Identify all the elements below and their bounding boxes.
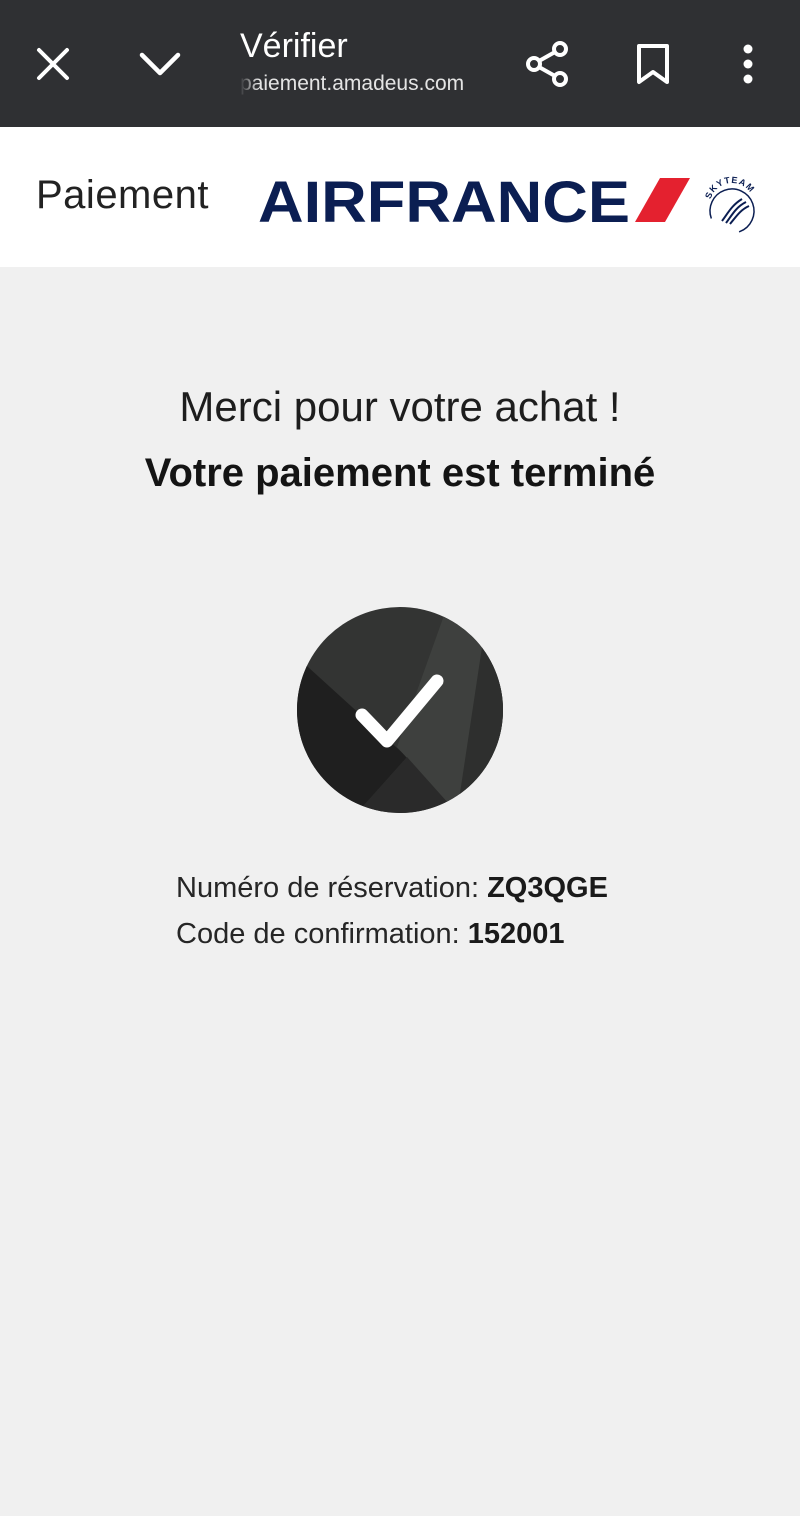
- code-value: 152001: [467, 918, 565, 950]
- page-header: Paiement AIRFRANCE SKYTEAM: [0, 127, 800, 267]
- title-block: Vérifier paiement.amadeus.com: [240, 24, 500, 100]
- thanks-message: Merci pour votre achat !: [179, 383, 621, 430]
- header-title: Paiement: [36, 173, 209, 217]
- share-icon: [526, 41, 568, 87]
- close-icon: [37, 48, 69, 80]
- payment-status: Votre paiement est terminé: [144, 451, 656, 495]
- skyteam-logo: SKYTEAM: [703, 175, 756, 234]
- code-label: Code de confirmation:: [176, 918, 460, 950]
- more-vert-icon: [743, 44, 753, 84]
- booking-info: Numéro de réservation: ZQ3QGE Code de co…: [176, 865, 608, 957]
- bookmark-icon: [637, 44, 669, 84]
- more-options-button[interactable]: [708, 24, 788, 104]
- check-icon: [297, 607, 503, 813]
- close-button[interactable]: [13, 24, 93, 104]
- confirmation-panel: Merci pour votre achat ! Votre paiement …: [0, 267, 800, 1516]
- share-button[interactable]: [507, 24, 587, 104]
- collapse-button[interactable]: [120, 24, 200, 104]
- booking-label: Numéro de réservation:: [176, 872, 480, 904]
- page-url: paiement.amadeus.com: [240, 72, 465, 95]
- page-title: Vérifier: [240, 27, 348, 65]
- brand-wordmark: AIRFRANCE: [258, 170, 630, 229]
- browser-toolbar: Vérifier paiement.amadeus.com: [0, 0, 800, 127]
- bookmark-button[interactable]: [613, 24, 693, 104]
- booking-value: ZQ3QGE: [487, 872, 608, 904]
- booking-row: Numéro de réservation: ZQ3QGE: [176, 865, 608, 911]
- code-row: Code de confirmation: 152001: [176, 911, 608, 957]
- airfrance-logo: AIRFRANCE: [258, 170, 690, 229]
- chevron-down-icon: [139, 52, 181, 76]
